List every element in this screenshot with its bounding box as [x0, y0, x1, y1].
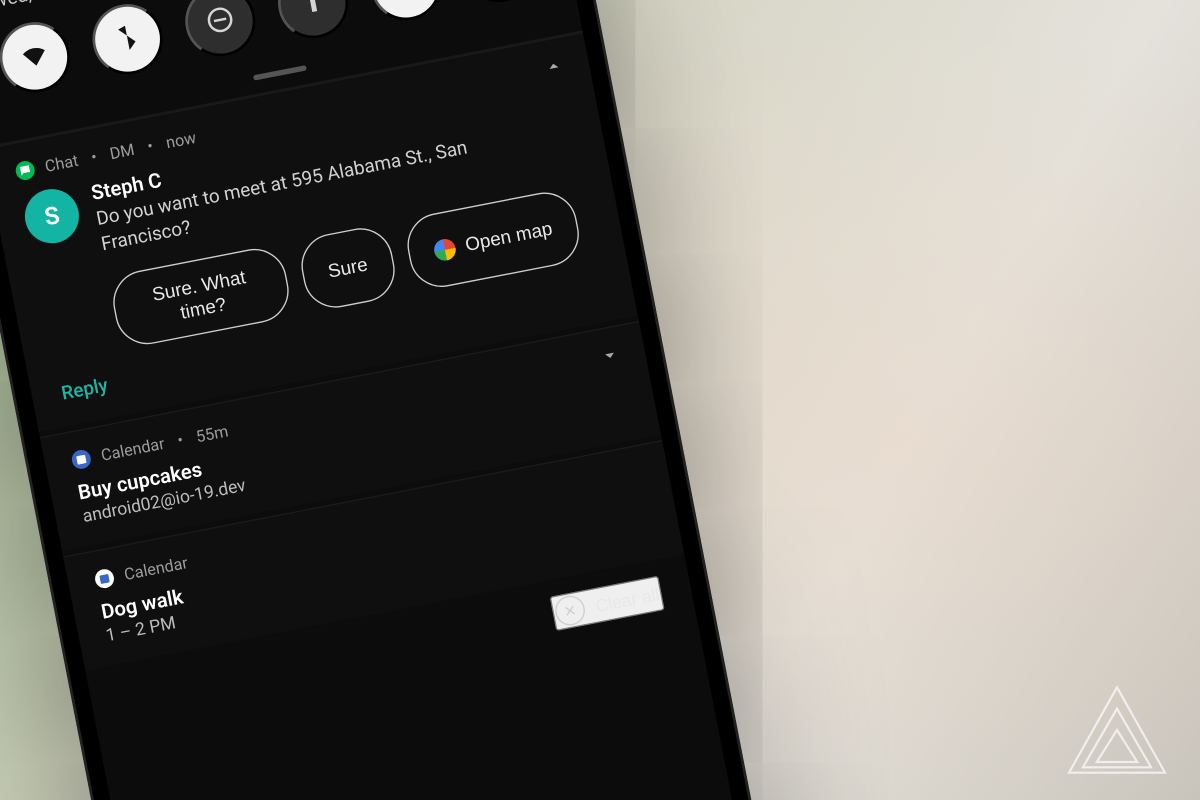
- collapse-toggle[interactable]: [541, 54, 567, 85]
- open-map-label: Open map: [463, 217, 554, 256]
- notification-channel: DM: [108, 140, 136, 163]
- calendar-app-icon: [94, 568, 116, 590]
- dnd-icon: [203, 2, 239, 41]
- maps-icon: [432, 237, 457, 262]
- notification-time: now: [164, 128, 197, 152]
- clear-all-button[interactable]: Clear all: [550, 576, 665, 631]
- qs-wifi-tile[interactable]: [0, 16, 76, 98]
- notification-app-name: Chat: [43, 151, 80, 176]
- contrast-icon: [388, 0, 424, 5]
- qs-flashlight-tile[interactable]: [272, 0, 354, 44]
- clear-all-label: Clear all: [594, 584, 661, 616]
- chevron-down-icon: [598, 344, 624, 373]
- chat-app-icon: [14, 159, 36, 181]
- qs-bluetooth-tile[interactable]: [86, 0, 168, 80]
- clear-all-icon: [553, 594, 588, 629]
- notification-time: 55m: [194, 422, 229, 447]
- phone-screen: 31: [0, 0, 782, 800]
- verge-watermark: [1062, 682, 1172, 778]
- qs-dnd-tile[interactable]: [179, 0, 261, 62]
- qs-dark-theme-tile[interactable]: [365, 0, 447, 26]
- notification-app-name: Calendar: [100, 434, 167, 465]
- bluetooth-icon: [110, 20, 146, 59]
- notification-app-name: Calendar: [123, 554, 190, 585]
- smart-reply-chip-1[interactable]: Sure. What time?: [108, 243, 295, 350]
- separator-dot: [173, 430, 187, 451]
- calendar-app-icon: [70, 449, 92, 471]
- collapse-toggle[interactable]: [597, 343, 623, 374]
- smart-reply-chip-2[interactable]: Sure: [296, 223, 400, 314]
- sender-avatar: S: [20, 185, 83, 248]
- wifi-icon: [17, 38, 53, 77]
- phone-frame: 31: [0, 0, 806, 800]
- separator-dot: [87, 147, 101, 168]
- reply-action[interactable]: Reply: [60, 375, 110, 405]
- separator-dot: [143, 136, 157, 157]
- chevron-up-icon: [541, 55, 567, 84]
- flashlight-icon: [295, 0, 331, 23]
- open-map-chip[interactable]: Open map: [401, 187, 584, 293]
- qs-battery-saver-tile[interactable]: [457, 0, 539, 8]
